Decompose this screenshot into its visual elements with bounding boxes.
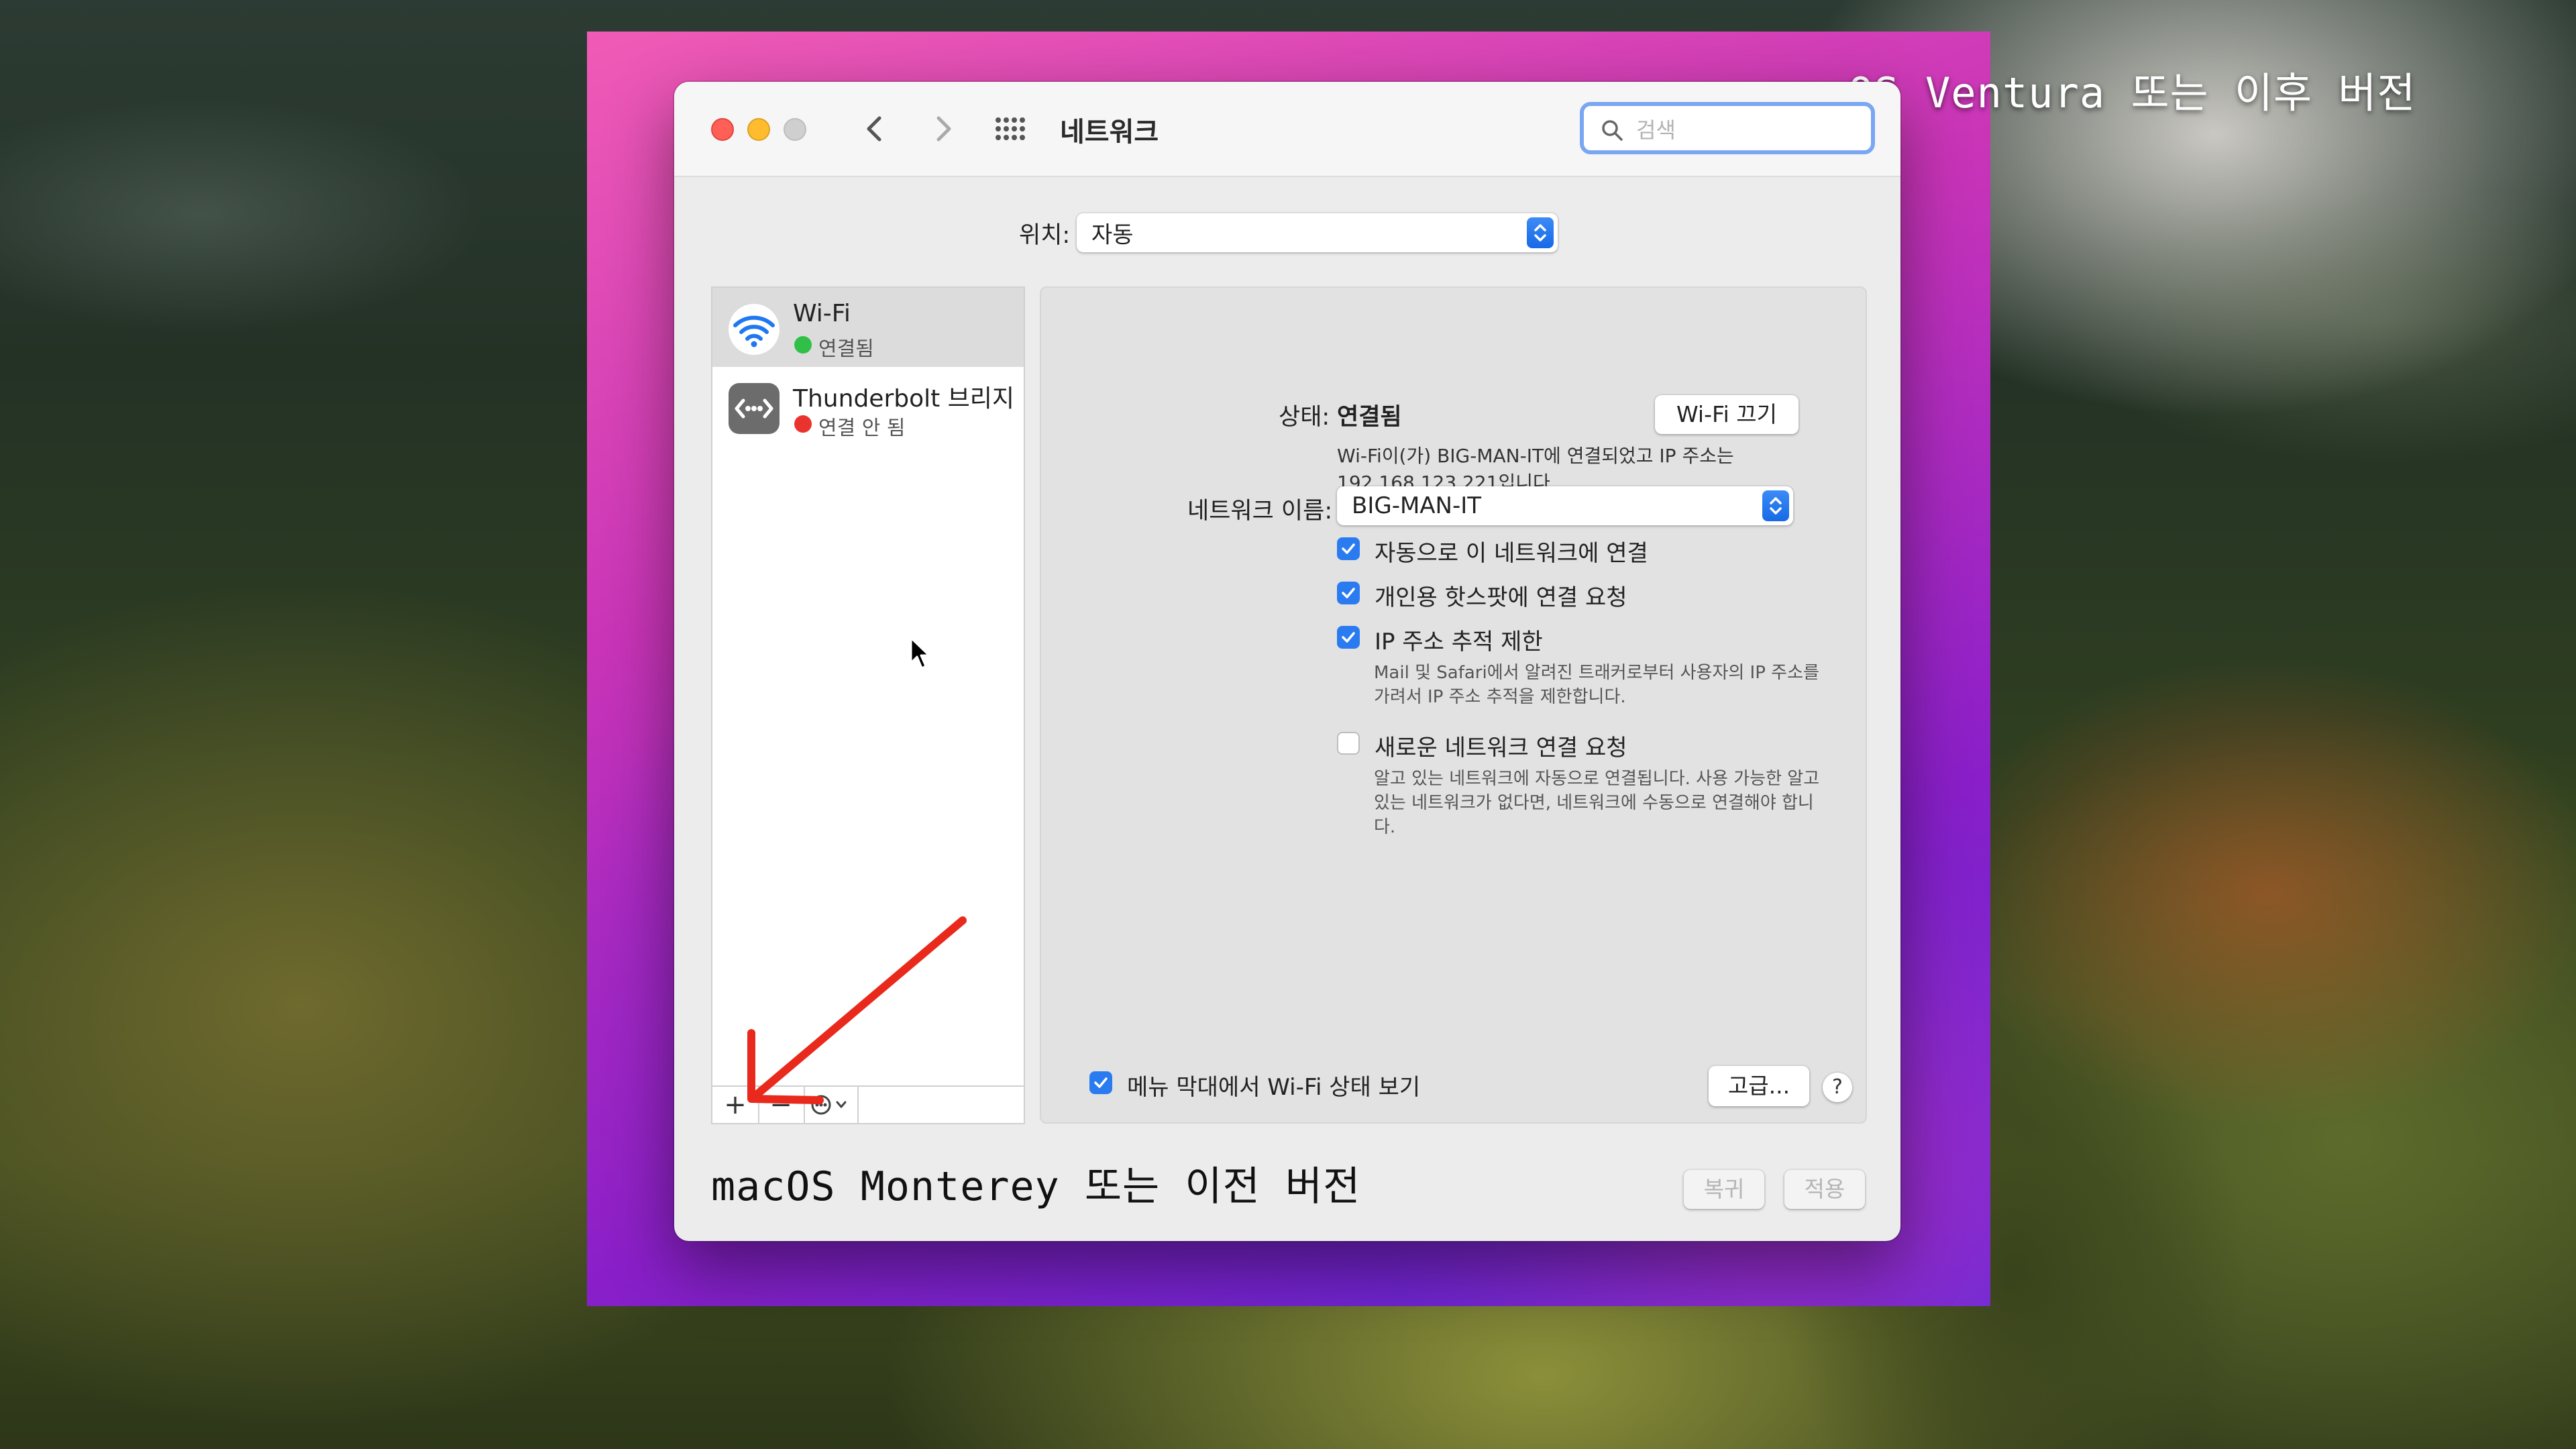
window-title: 네트워크 <box>1060 117 1159 148</box>
mouse-cursor-icon <box>910 637 930 669</box>
turn-wifi-off-button[interactable]: Wi-Fi 끄기 <box>1655 395 1799 434</box>
checkmark-icon <box>1342 588 1355 598</box>
chevron-left-icon <box>867 116 881 142</box>
status-dot-red <box>794 415 812 433</box>
advanced-button[interactable]: 고급... <box>1709 1066 1809 1106</box>
checkbox-checked[interactable] <box>1337 626 1360 649</box>
checkbox-checked[interactable] <box>1337 537 1360 560</box>
service-status: 연결됨 <box>818 337 874 361</box>
location-label: 위치: <box>1019 222 1071 249</box>
back-button[interactable] <box>855 109 896 149</box>
service-name: Wi-Fi <box>793 300 851 327</box>
search-field[interactable] <box>1580 102 1875 154</box>
checkbox-checked[interactable] <box>1337 582 1360 604</box>
checkbox-label: 새로운 네트워크 연결 요청 <box>1375 735 1627 761</box>
show-all-grid-icon[interactable] <box>995 117 1026 141</box>
search-icon <box>1602 120 1623 141</box>
revert-button[interactable]: 복귀 <box>1684 1170 1764 1209</box>
help-button[interactable]: ? <box>1823 1073 1852 1102</box>
checkbox-label: 메뉴 막대에서 Wi-Fi 상태 보기 <box>1127 1074 1421 1101</box>
thunderbolt-bridge-icon <box>729 383 780 434</box>
titlebar: 네트워크 <box>674 82 1900 177</box>
checkmark-icon <box>1342 632 1355 643</box>
checkbox-label: 개인용 핫스팟에 연결 요청 <box>1375 584 1627 611</box>
checkmark-icon <box>1094 1077 1108 1088</box>
network-name-label: 네트워크 이름: <box>1187 498 1333 525</box>
zoom-button[interactable] <box>784 118 806 141</box>
location-value: 자동 <box>1091 221 1134 249</box>
search-input[interactable] <box>1635 113 1866 148</box>
checkbox-label: IP 주소 추적 제한 <box>1375 629 1543 655</box>
wifi-detail-panel: 상태: 연결됨 Wi-Fi 끄기 Wi-Fi이(가) BIG-MAN-IT에 연… <box>1040 286 1867 1124</box>
checkbox-label: 자동으로 이 네트워크에 연결 <box>1375 540 1648 567</box>
service-status: 연결 안 됨 <box>818 417 906 440</box>
apply-button[interactable]: 적용 <box>1784 1170 1865 1209</box>
status-value: 연결됨 <box>1337 404 1402 431</box>
checkbox-unchecked[interactable] <box>1337 732 1360 755</box>
status-dot-green <box>794 336 812 354</box>
updown-arrows-icon <box>1527 217 1554 248</box>
limit-ip-tracking-help: Mail 및 Safari에서 알려진 트래커로부터 사용자의 IP 주소를 가… <box>1374 663 1819 707</box>
location-popup[interactable]: 자동 <box>1077 213 1558 252</box>
network-name-value: BIG-MAN-IT <box>1352 492 1482 519</box>
updown-arrows-icon <box>1762 490 1789 521</box>
bottom-caption: macOS Monterey 또는 이전 버전 <box>711 1163 1361 1210</box>
forward-button[interactable] <box>922 109 963 149</box>
ask-new-networks-help: 알고 있는 네트워크에 자동으로 연결됩니다. 사용 가능한 알고 있는 네트워… <box>1374 769 1820 837</box>
network-name-popup[interactable]: BIG-MAN-IT <box>1337 486 1793 525</box>
annotation-arrow-icon <box>747 916 967 1104</box>
service-item-wifi[interactable]: Wi-Fi 연결됨 <box>712 288 1024 367</box>
checkbox-checked[interactable] <box>1089 1071 1112 1094</box>
service-item-thunderbolt-bridge[interactable]: Thunderbolt 브리지 연결 안 됨 <box>712 367 1024 446</box>
service-name: Thunderbolt 브리지 <box>793 385 1015 413</box>
minimize-button[interactable] <box>747 118 770 141</box>
chevron-right-icon <box>936 116 951 142</box>
close-button[interactable] <box>711 118 734 141</box>
status-label: 상태: <box>1279 404 1330 431</box>
checkmark-icon <box>1342 543 1355 554</box>
wifi-icon <box>729 304 780 355</box>
